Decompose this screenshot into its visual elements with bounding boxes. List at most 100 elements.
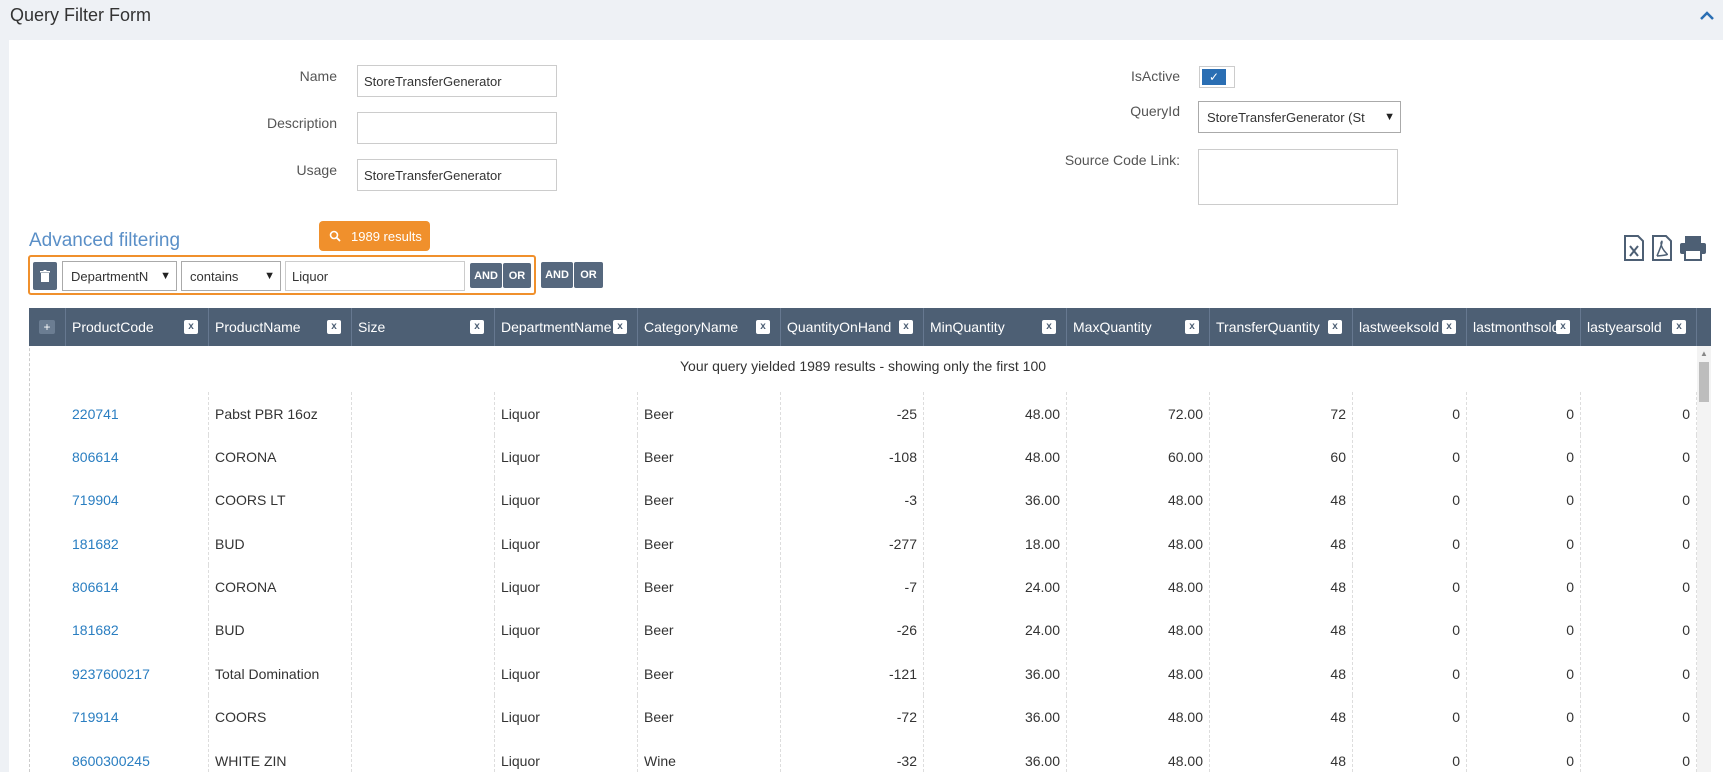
table-cell: 0 [1353,565,1467,608]
table-cell[interactable]: 220741 [66,392,209,435]
results-badge[interactable]: 1989 results [319,221,430,251]
product-code-link[interactable]: 719904 [72,492,119,508]
plus-icon[interactable]: + [39,320,55,334]
table-cell: CORONA [209,565,352,608]
table-cell: Total Domination [209,652,352,695]
table-cell[interactable]: 181682 [66,522,209,565]
delete-rule-button[interactable] [33,262,57,290]
table-cell [352,608,495,651]
rule-and-button[interactable]: AND [470,263,502,288]
column-header[interactable]: MaxQuantity x [1067,308,1210,346]
column-header[interactable]: ProductCode x [66,308,209,346]
table-cell[interactable]: 8600300245 [66,739,209,772]
table-row[interactable]: 719914 COORS Liquor Beer -72 36.00 48.00 48 0 0 0 [29,695,1697,738]
table-row[interactable]: 9237600217 Total Domination Liquor Beer -121… [29,652,1697,695]
table-row[interactable]: 8600300245 WHITE ZIN Liquor Wine -32 36.00 48.… [29,739,1697,772]
filter-field-select[interactable]: DepartmentN ▼ [62,261,177,291]
table-cell [352,435,495,478]
usage-label: Usage [296,162,337,178]
excel-export-icon[interactable] [1621,234,1647,262]
remove-column-icon[interactable]: x [1185,320,1199,334]
table-cell: 36.00 [924,695,1067,738]
table-cell: Beer [638,652,781,695]
product-code-link[interactable]: 719914 [72,709,119,725]
table-cell: 0 [1581,478,1697,521]
product-code-link[interactable]: 220741 [72,406,119,422]
column-header-label: TransferQuantity [1216,319,1320,335]
filter-field-value: DepartmentN [71,268,149,284]
remove-column-icon[interactable]: x [613,320,627,334]
product-code-link[interactable]: 8600300245 [72,753,150,769]
product-code-link[interactable]: 9237600217 [72,666,150,682]
source-code-field[interactable] [1198,149,1398,205]
table-row[interactable]: 806614 CORONA Liquor Beer -108 48.00 60.00 60 0 0… [29,435,1697,478]
table-cell: 0 [1353,695,1467,738]
product-code-link[interactable]: 181682 [72,622,119,638]
remove-column-icon[interactable]: x [1442,320,1456,334]
table-cell[interactable]: 719904 [66,478,209,521]
column-header-label: Size [358,319,386,335]
table-cell: Liquor [495,608,638,651]
table-cell: -108 [781,435,924,478]
filter-operator-select[interactable]: contains ▼ [181,261,281,291]
isactive-checkbox[interactable]: ✓ [1199,66,1235,88]
column-header[interactable]: MinQuantity x [924,308,1067,346]
table-cell [352,522,495,565]
remove-column-icon[interactable]: x [899,320,913,334]
table-cell[interactable]: 181682 [66,608,209,651]
group-and-button[interactable]: AND [541,262,573,288]
description-field[interactable] [357,112,557,144]
usage-field[interactable]: StoreTransferGenerator [357,159,557,191]
table-row[interactable]: 719904 COORS LT Liquor Beer -3 36.00 48.00 48 0 0… [29,478,1697,521]
table-row[interactable]: 181682 BUD Liquor Beer -26 24.00 48.00 48 0 0 0 [29,608,1697,651]
table-cell[interactable]: 719914 [66,695,209,738]
product-code-link[interactable]: 806614 [72,449,119,465]
table-cell: 24.00 [924,608,1067,651]
column-header[interactable]: CategoryName x [638,308,781,346]
column-header[interactable]: ProductName x [209,308,352,346]
product-code-link[interactable]: 181682 [72,536,119,552]
remove-column-icon[interactable]: x [1556,320,1570,334]
table-row[interactable]: 181682 BUD Liquor Beer -277 18.00 48.00 48 0 0 0 [29,522,1697,565]
table-cell: BUD [209,522,352,565]
rule-or-button[interactable]: OR [503,263,531,288]
group-or-button[interactable]: OR [574,262,603,288]
grid-scrollbar[interactable]: ▲ [1697,346,1711,772]
scrollbar-thumb[interactable] [1699,362,1709,402]
checkmark-icon: ✓ [1202,69,1226,85]
source-code-label: Source Code Link: [1064,152,1180,168]
pdf-export-icon[interactable] [1649,234,1675,262]
table-cell[interactable]: 9237600217 [66,652,209,695]
queryid-select[interactable]: StoreTransferGenerator (St ▼ [1198,101,1401,133]
column-header[interactable]: Size x [352,308,495,346]
table-cell[interactable]: 806614 [66,565,209,608]
remove-column-icon[interactable]: x [1042,320,1056,334]
filter-value-input[interactable]: Liquor [285,261,465,291]
table-cell[interactable]: 806614 [66,435,209,478]
table-row[interactable]: 806614 CORONA Liquor Beer -7 24.00 48.00 48 0 0 0 [29,565,1697,608]
table-cell: Wine [638,739,781,772]
remove-column-icon[interactable]: x [1328,320,1342,334]
table-cell: -72 [781,695,924,738]
column-header-label: ProductCode [72,319,154,335]
column-header[interactable]: lastmonthsold x [1467,308,1581,346]
column-header[interactable]: QuantityOnHand x [781,308,924,346]
column-header[interactable]: lastyearsold x [1581,308,1697,346]
scroll-up-icon[interactable]: ▲ [1700,349,1708,358]
chevron-up-icon[interactable] [1697,6,1717,26]
product-code-link[interactable]: 806614 [72,579,119,595]
column-header[interactable]: lastweeksold x [1353,308,1467,346]
table-cell: 48 [1210,478,1353,521]
name-field[interactable]: StoreTransferGenerator [357,65,557,97]
table-cell: 48 [1210,652,1353,695]
remove-column-icon[interactable]: x [1672,320,1686,334]
print-icon[interactable] [1678,234,1708,262]
remove-column-icon[interactable]: x [470,320,484,334]
column-header[interactable]: DepartmentName x [495,308,638,346]
remove-column-icon[interactable]: x [327,320,341,334]
table-cell: Liquor [495,478,638,521]
table-row[interactable]: 220741 Pabst PBR 16oz Liquor Beer -25 48.00 72… [29,392,1697,435]
column-header[interactable]: TransferQuantity x [1210,308,1353,346]
remove-column-icon[interactable]: x [756,320,770,334]
remove-column-icon[interactable]: x [184,320,198,334]
